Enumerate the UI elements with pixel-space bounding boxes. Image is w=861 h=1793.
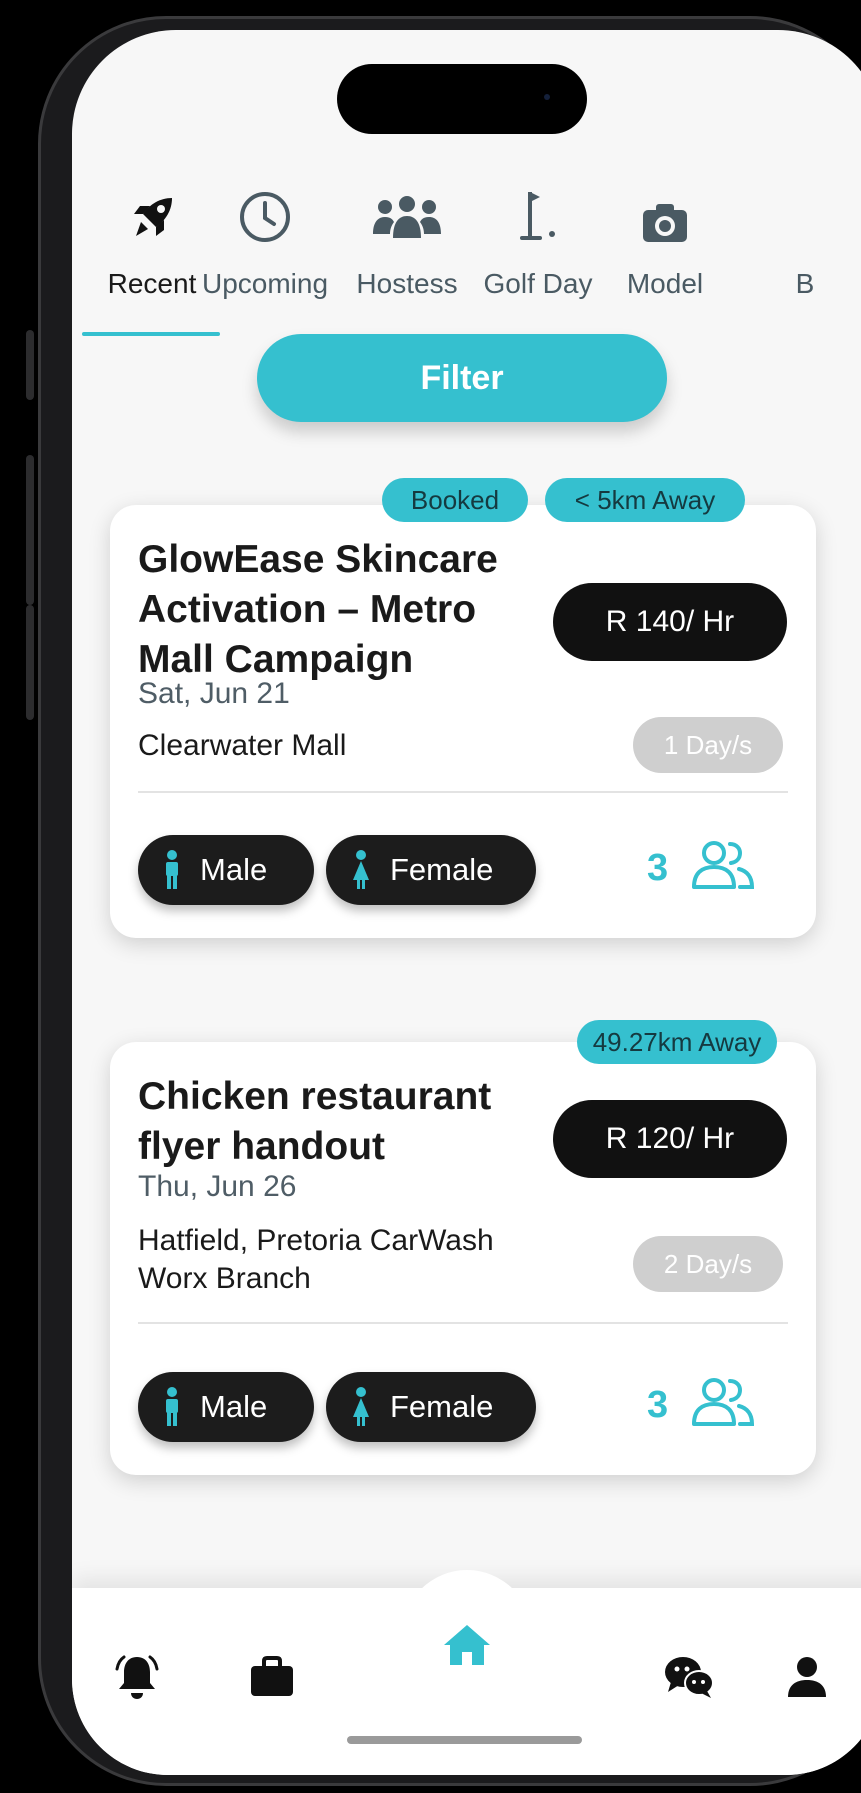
tab-upcoming[interactable]: Upcoming bbox=[195, 160, 335, 310]
tab-label: Hostess bbox=[356, 268, 458, 299]
active-tab-indicator bbox=[82, 332, 220, 336]
gender-female-chip: Female bbox=[326, 1372, 536, 1442]
tab-golf-day[interactable]: Golf Day bbox=[468, 160, 608, 310]
phone-volume-down bbox=[26, 605, 34, 720]
rate-badge: R 120/ Hr bbox=[553, 1100, 787, 1178]
gender-label: Male bbox=[200, 852, 268, 887]
gender-male-chip: Male bbox=[138, 1372, 314, 1442]
tab-label: Recent bbox=[107, 268, 197, 299]
job-title: GlowEase Skincare Activation – Metro Mal… bbox=[138, 538, 498, 681]
golf-flag-icon bbox=[516, 160, 560, 244]
filter-button[interactable]: Filter bbox=[257, 334, 667, 422]
gender-label: Female bbox=[390, 1389, 494, 1424]
bell-icon bbox=[115, 1655, 159, 1699]
female-icon bbox=[353, 1387, 369, 1426]
gender-label: Female bbox=[390, 852, 494, 887]
nav-notifications[interactable] bbox=[102, 1642, 172, 1712]
staff-count: 3 bbox=[647, 847, 669, 889]
gender-label: Male bbox=[200, 1389, 268, 1424]
clock-icon bbox=[238, 160, 292, 244]
nav-jobs[interactable] bbox=[237, 1642, 307, 1712]
app-screen: Recent Upcoming Hostess Golf Day Model B… bbox=[72, 30, 861, 1775]
category-tabs: Recent Upcoming Hostess Golf Day Model B bbox=[72, 160, 861, 336]
divider bbox=[138, 791, 788, 793]
phone-mute-switch bbox=[26, 330, 34, 400]
job-card[interactable]: Chicken restaurant flyer handout R 120/ … bbox=[110, 1042, 816, 1475]
rate-badge: R 140/ Hr bbox=[553, 583, 787, 661]
job-title: Chicken restaurant flyer handout bbox=[138, 1075, 492, 1168]
tab-label: Model bbox=[626, 268, 704, 299]
tab-label: Golf Day bbox=[483, 268, 593, 299]
people-group-icon bbox=[371, 160, 443, 244]
phone-volume-up bbox=[26, 455, 34, 605]
duration-badge: 2 Day/s bbox=[633, 1236, 783, 1292]
status-badge: Booked bbox=[382, 478, 528, 522]
tab-model[interactable]: Model bbox=[595, 160, 735, 310]
distance-badge: < 5km Away bbox=[545, 478, 745, 522]
gender-male-chip: Male bbox=[138, 835, 314, 905]
tab-label: Upcoming bbox=[201, 268, 329, 299]
chat-icon bbox=[665, 1657, 714, 1698]
tab-label: B bbox=[795, 268, 815, 299]
nav-chat[interactable] bbox=[654, 1642, 724, 1712]
job-date: Thu, Jun 26 bbox=[138, 1170, 297, 1203]
nav-home[interactable] bbox=[432, 1610, 502, 1680]
job-date: Sat, Jun 21 bbox=[138, 677, 290, 710]
staff-count: 3 bbox=[647, 1384, 669, 1426]
people-icon bbox=[692, 841, 755, 889]
people-icon bbox=[692, 1378, 755, 1426]
home-indicator bbox=[347, 1736, 582, 1744]
home-icon bbox=[444, 1625, 490, 1665]
job-location: Clearwater Mall bbox=[138, 729, 347, 762]
user-icon bbox=[788, 1657, 826, 1697]
dynamic-island bbox=[337, 64, 587, 134]
briefcase-icon bbox=[251, 1656, 293, 1696]
duration-badge: 1 Day/s bbox=[633, 717, 783, 773]
tab-partial[interactable]: B bbox=[735, 160, 861, 310]
camera-dot bbox=[544, 94, 550, 100]
job-card[interactable]: GlowEase Skincare Activation – Metro Mal… bbox=[110, 505, 816, 938]
distance-badge: 49.27km Away bbox=[577, 1020, 777, 1064]
camera-icon bbox=[641, 160, 689, 244]
male-icon bbox=[166, 1387, 178, 1426]
job-location: Hatfield, Pretoria CarWash Worx Branch bbox=[138, 1224, 494, 1295]
gender-female-chip: Female bbox=[326, 835, 536, 905]
male-icon bbox=[166, 850, 178, 889]
nav-profile[interactable] bbox=[772, 1642, 842, 1712]
divider bbox=[138, 1322, 788, 1324]
female-icon bbox=[353, 850, 369, 889]
rocket-icon bbox=[126, 160, 178, 244]
tab-hostess[interactable]: Hostess bbox=[337, 160, 477, 310]
